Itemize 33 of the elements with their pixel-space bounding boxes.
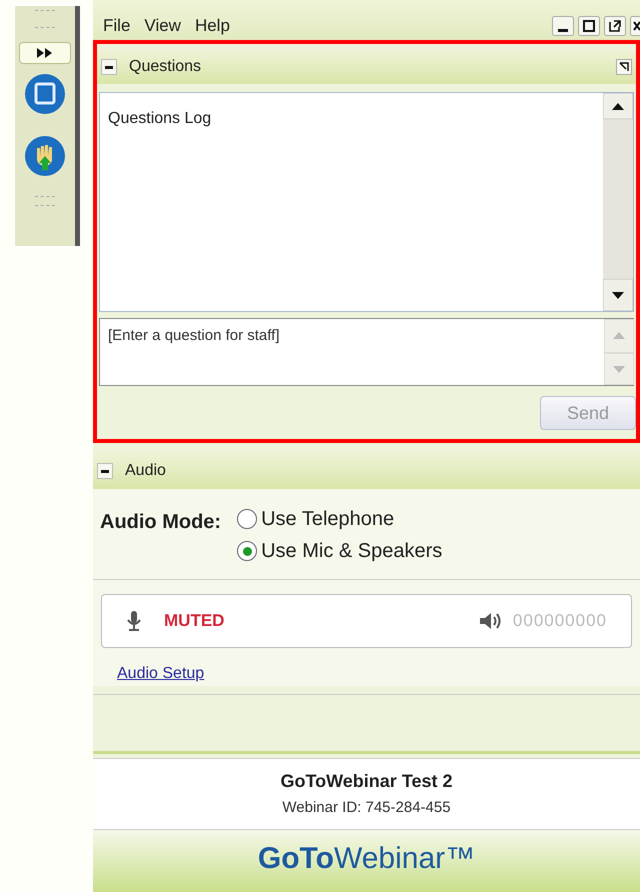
undock-icon[interactable] xyxy=(616,59,632,75)
scroll-up-icon[interactable] xyxy=(603,93,633,119)
panel-title: Questions xyxy=(129,57,202,77)
webinar-id: Webinar ID: 745-284-455 xyxy=(282,798,451,818)
speaker-level: 000000000 xyxy=(512,610,607,632)
microphone-icon xyxy=(126,610,142,632)
logo: GoToWebinar™ xyxy=(258,841,476,877)
grip-icon xyxy=(35,10,55,28)
menu-item[interactable]: File xyxy=(103,12,130,38)
window-icon[interactable] xyxy=(23,72,67,116)
panel-title: Audio xyxy=(125,461,166,481)
log-title: Questions Log xyxy=(108,110,212,127)
speaker-icon xyxy=(478,611,503,631)
grip-icon xyxy=(35,196,55,206)
minimize-icon[interactable] xyxy=(552,16,574,36)
raise-hand-icon[interactable] xyxy=(23,134,67,178)
webinar-title: GoToWebinar Test 2 xyxy=(280,770,453,794)
audio-mode-label: Audio Mode: xyxy=(100,510,222,535)
radio-option[interactable]: Use Mic & Speakers xyxy=(237,535,442,567)
expand-button[interactable] xyxy=(19,42,71,64)
maximize-icon[interactable] xyxy=(578,16,600,36)
close-icon[interactable] xyxy=(630,16,640,36)
radio-option[interactable]: Use Telephone xyxy=(237,503,442,535)
audio-setup-link[interactable]: Audio Setup xyxy=(117,662,204,686)
menu-item[interactable]: View xyxy=(144,12,181,38)
collapse-button[interactable] xyxy=(97,463,113,479)
popout-icon[interactable] xyxy=(604,16,626,36)
scrollbar[interactable] xyxy=(603,93,633,311)
double-arrow-icon xyxy=(36,47,54,59)
mute-status: MUTED xyxy=(164,610,224,632)
collapse-button[interactable] xyxy=(101,59,117,75)
scroll-down-icon[interactable] xyxy=(603,279,633,311)
menu-item[interactable]: Help xyxy=(194,12,230,38)
